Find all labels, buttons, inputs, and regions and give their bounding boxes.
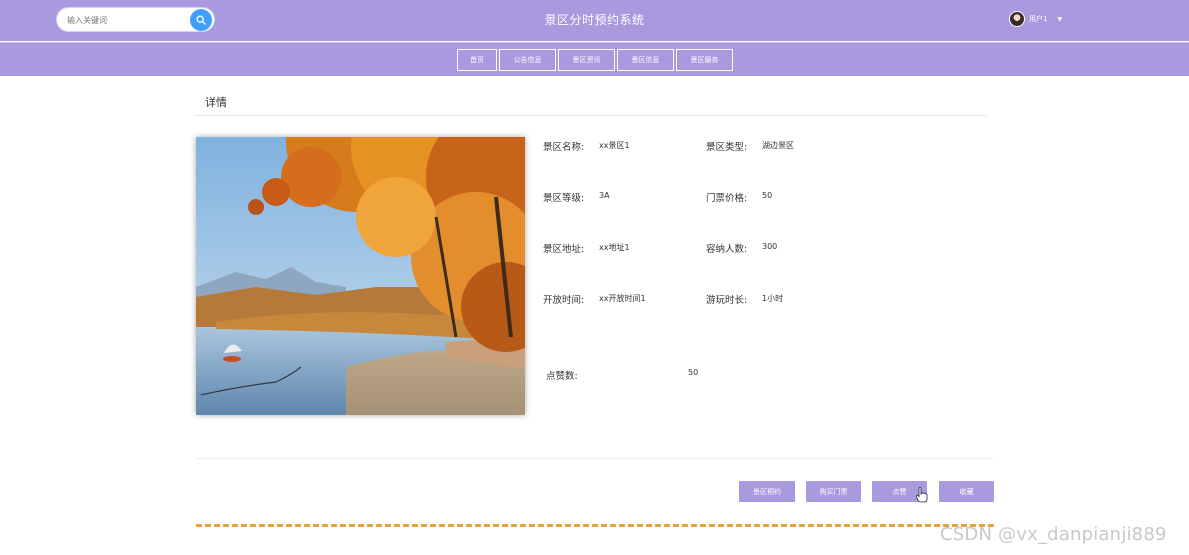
- reserve-button[interactable]: 景区预约: [739, 481, 795, 502]
- page-title: 详情: [205, 96, 227, 109]
- nav-item-scenic-info[interactable]: 景区信息: [617, 49, 674, 71]
- address-value: xx地址1: [599, 243, 630, 252]
- capacity-value: 300: [762, 242, 778, 251]
- likes-label: 点赞数:: [546, 371, 578, 382]
- user-menu[interactable]: 用户1 ▼: [1009, 11, 1062, 27]
- scenic-photo: [196, 137, 525, 415]
- avatar: [1009, 11, 1025, 27]
- user-name: 用户1: [1029, 15, 1048, 23]
- nav-item-announcements[interactable]: 公告信息: [499, 49, 556, 71]
- dashed-separator: [196, 524, 994, 527]
- nav-item-news[interactable]: 景区资讯: [558, 49, 615, 71]
- buy-ticket-button[interactable]: 购买门票: [806, 481, 861, 502]
- nav-item-home[interactable]: 首页: [457, 49, 497, 71]
- nav-menu: 首页 公告信息 景区资讯 景区信息 景区服务: [457, 49, 735, 71]
- duration-value: 1小时: [762, 294, 784, 303]
- content-divider: [196, 458, 994, 459]
- type-label: 景区类型:: [706, 142, 748, 153]
- likes-value: 50: [688, 368, 699, 377]
- open-time-value: xx开放时间1: [599, 294, 646, 303]
- top-header: 景区分时预约系统 用户1 ▼: [0, 0, 1189, 41]
- hand-cursor-icon: [916, 487, 928, 503]
- open-time-label: 开放时间:: [543, 295, 585, 306]
- price-value: 50: [762, 191, 773, 200]
- level-value: 3A: [599, 191, 610, 200]
- address-label: 景区地址:: [543, 244, 585, 255]
- nav-bar: 首页 公告信息 景区资讯 景区信息 景区服务: [0, 42, 1189, 76]
- type-value: 湖边景区: [762, 141, 794, 150]
- title-divider: [196, 115, 987, 116]
- name-value: xx景区1: [599, 141, 630, 150]
- chevron-down-icon: ▼: [1057, 15, 1063, 23]
- nav-item-services[interactable]: 景区服务: [676, 49, 733, 71]
- level-label: 景区等级:: [543, 193, 585, 204]
- price-label: 门票价格:: [706, 193, 748, 204]
- watermark-text: CSDN @vx_danpianji889: [940, 524, 1167, 545]
- duration-label: 游玩时长:: [706, 295, 748, 306]
- capacity-label: 容纳人数:: [706, 244, 748, 255]
- favorite-button[interactable]: 收藏: [939, 481, 994, 502]
- name-label: 景区名称:: [543, 142, 585, 153]
